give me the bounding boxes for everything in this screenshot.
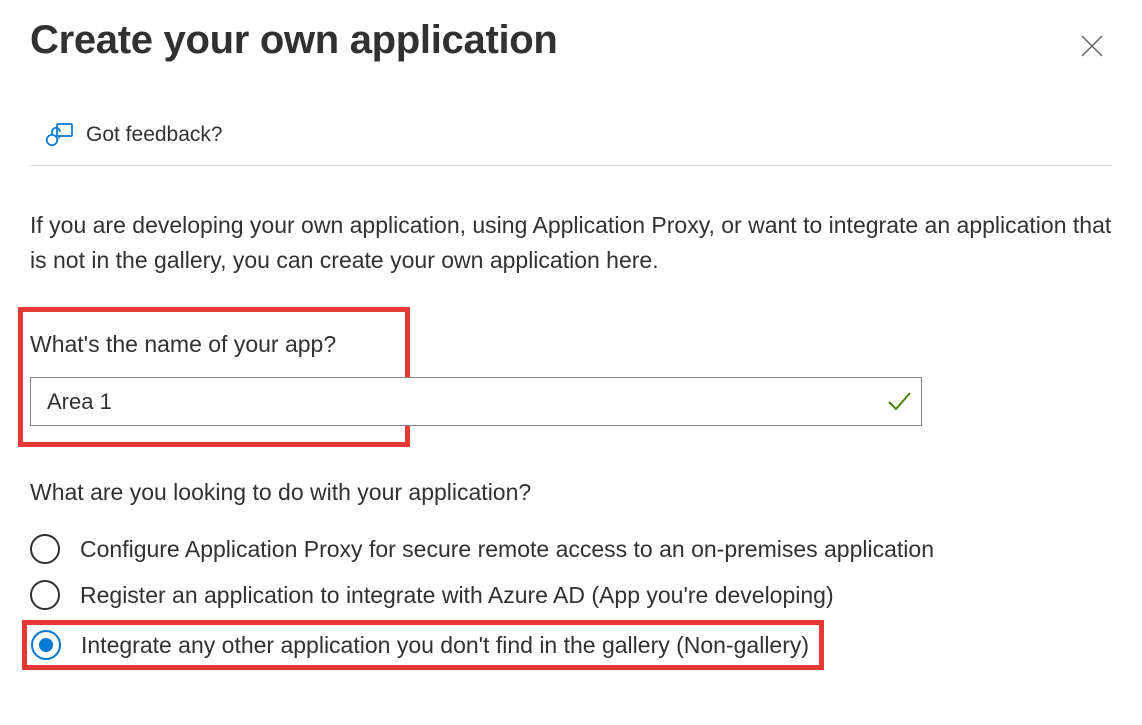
radio-option-register[interactable]: Register an application to integrate wit…	[30, 572, 1112, 618]
page-title: Create your own application	[30, 18, 558, 63]
radio-icon	[30, 580, 60, 610]
radio-label: Integrate any other application you don'…	[81, 632, 809, 659]
feedback-label: Got feedback?	[86, 123, 223, 147]
radio-label: Configure Application Proxy for secure r…	[80, 536, 934, 563]
create-app-panel: Create your own application Got feedback…	[0, 0, 1142, 700]
feedback-icon	[44, 121, 74, 149]
radio-option-proxy[interactable]: Configure Application Proxy for secure r…	[30, 526, 1112, 572]
app-name-section: What's the name of your app?	[30, 307, 1112, 447]
radio-option-non-gallery[interactable]: Integrate any other application you don'…	[22, 620, 824, 670]
close-icon	[1079, 33, 1105, 59]
description-text: If you are developing your own applicati…	[30, 208, 1112, 277]
checkmark-icon	[885, 387, 913, 420]
feedback-link[interactable]: Got feedback?	[30, 121, 1112, 166]
radio-dot	[39, 638, 53, 652]
purpose-radio-group: Configure Application Proxy for secure r…	[30, 526, 1112, 670]
header-row: Create your own application	[30, 18, 1112, 66]
purpose-label: What are you looking to do with your app…	[30, 479, 1112, 506]
app-name-input[interactable]	[30, 377, 922, 426]
radio-icon-selected	[31, 630, 61, 660]
close-button[interactable]	[1072, 26, 1112, 66]
app-name-label: What's the name of your app?	[30, 331, 336, 358]
radio-label: Register an application to integrate wit…	[80, 582, 834, 609]
radio-icon	[30, 534, 60, 564]
